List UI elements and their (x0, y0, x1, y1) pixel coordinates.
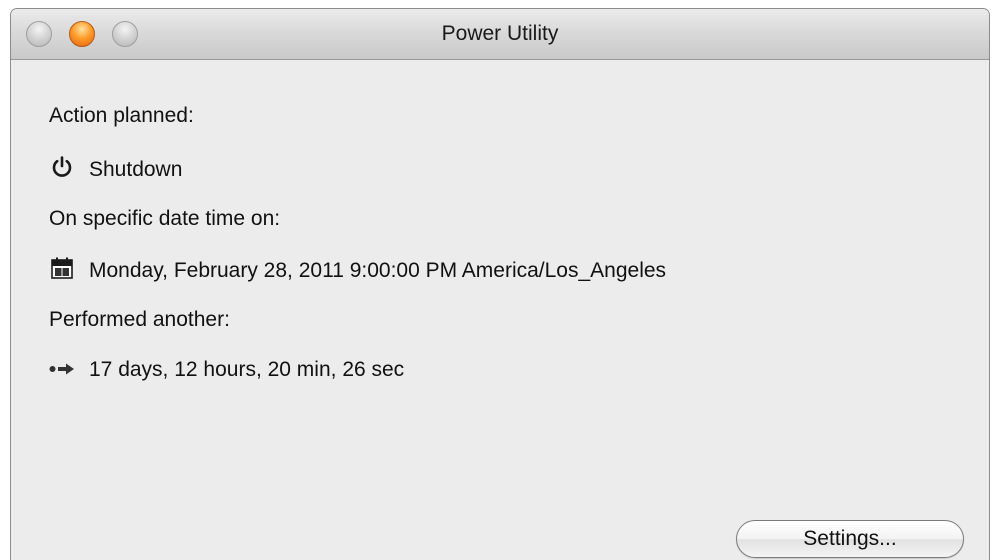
arrow-right-icon (49, 358, 75, 382)
window-title: Power Utility (441, 22, 559, 45)
countdown-row: 17 days, 12 hours, 20 min, 26 sec (49, 358, 404, 382)
calendar-icon (49, 256, 75, 286)
schedule-label: On specific date time on: (49, 207, 281, 230)
action-planned-label: Action planned: (49, 104, 194, 127)
power-icon (49, 155, 75, 185)
power-utility-window: Power Utility Action planned: Shutdown O… (10, 8, 990, 560)
countdown-value: 17 days, 12 hours, 20 min, 26 sec (89, 358, 405, 381)
window-content: Action planned: Shutdown On specific dat… (11, 60, 989, 560)
action-value: Shutdown (89, 158, 183, 181)
schedule-value: Monday, February 28, 2011 9:00:00 PM Ame… (89, 259, 667, 282)
settings-button[interactable]: Settings... (736, 520, 964, 558)
action-row: Shutdown (49, 155, 182, 185)
countdown-label: Performed another: (49, 308, 230, 331)
title-bar[interactable]: Power Utility (11, 9, 989, 60)
schedule-row: Monday, February 28, 2011 9:00:00 PM Ame… (49, 256, 666, 286)
